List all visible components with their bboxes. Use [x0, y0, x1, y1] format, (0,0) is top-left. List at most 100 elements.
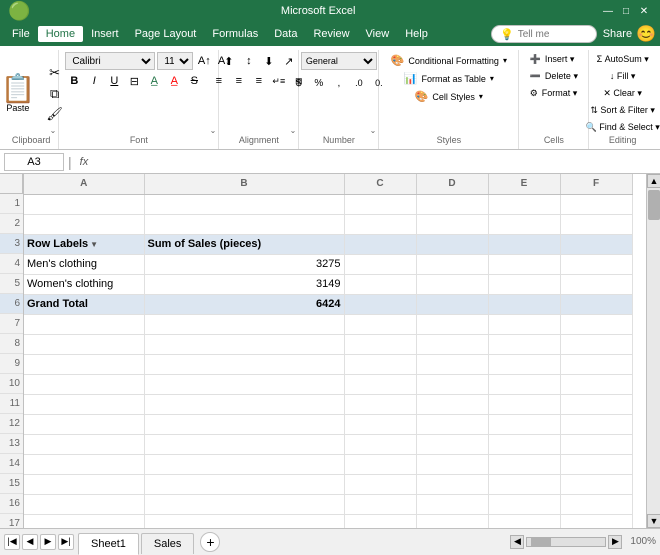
cell-D10[interactable]	[416, 374, 488, 394]
cell-A15[interactable]	[24, 474, 144, 494]
menu-review[interactable]: Review	[305, 26, 357, 42]
row-7[interactable]: 7	[0, 314, 23, 334]
tell-me-input[interactable]	[518, 29, 588, 40]
format-cells-button[interactable]: ⚙ Format ▾	[525, 86, 583, 101]
insert-cells-button[interactable]: ➕ Insert ▾	[525, 52, 583, 67]
menu-page-layout[interactable]: Page Layout	[127, 26, 205, 42]
underline-button[interactable]: U	[105, 72, 123, 90]
menu-formulas[interactable]: Formulas	[204, 26, 266, 42]
scroll-thumb-v[interactable]	[648, 190, 660, 220]
cell-C17[interactable]	[344, 514, 416, 528]
row-6[interactable]: 6	[0, 294, 23, 314]
row-12[interactable]: 12	[0, 414, 23, 434]
cell-A11[interactable]	[24, 394, 144, 414]
cell-C8[interactable]	[344, 334, 416, 354]
percent-button[interactable]: %	[310, 74, 328, 92]
cell-E15[interactable]	[488, 474, 560, 494]
cell-A3[interactable]: Row Labels ▼	[24, 234, 144, 254]
menu-view[interactable]: View	[358, 26, 398, 42]
row-10[interactable]: 10	[0, 374, 23, 394]
menu-help[interactable]: Help	[397, 26, 436, 42]
row-3[interactable]: 3	[0, 234, 23, 254]
cell-A8[interactable]	[24, 334, 144, 354]
scroll-track-h[interactable]	[526, 537, 606, 547]
tab-nav-prev[interactable]: ◀	[22, 534, 38, 550]
cell-C10[interactable]	[344, 374, 416, 394]
font-color-button[interactable]: A̲	[165, 72, 183, 90]
row-14[interactable]: 14	[0, 454, 23, 474]
cell-B17[interactable]	[144, 514, 344, 528]
cell-F7[interactable]	[560, 314, 632, 334]
strikethrough-button[interactable]: S	[185, 72, 203, 90]
cell-F15[interactable]	[560, 474, 632, 494]
tab-nav-first[interactable]: |◀	[4, 534, 20, 550]
cell-C5[interactable]	[344, 274, 416, 294]
cell-D6[interactable]	[416, 294, 488, 314]
cell-C7[interactable]	[344, 314, 416, 334]
cell-F9[interactable]	[560, 354, 632, 374]
cell-F4[interactable]	[560, 254, 632, 274]
format-as-table-button[interactable]: 📊 Format as Table ▾	[399, 70, 499, 87]
cell-B9[interactable]	[144, 354, 344, 374]
cell-E9[interactable]	[488, 354, 560, 374]
row-2[interactable]: 2	[0, 214, 23, 234]
paste-button[interactable]: 📋 Paste	[0, 72, 40, 116]
align-middle-button[interactable]: ↕	[240, 52, 258, 70]
minimize-button[interactable]: —	[600, 3, 616, 19]
cell-B2[interactable]	[144, 214, 344, 234]
scroll-up-button[interactable]: ▲	[647, 174, 660, 188]
cell-B3[interactable]: Sum of Sales (pieces)	[144, 234, 344, 254]
cell-E10[interactable]	[488, 374, 560, 394]
cell-D13[interactable]	[416, 434, 488, 454]
sheet-tab-sheet1[interactable]: Sheet1	[78, 533, 139, 555]
clipboard-expander[interactable]: ⌄	[50, 126, 57, 135]
row-labels-dropdown[interactable]: Row Labels ▼	[27, 238, 98, 250]
cell-C16[interactable]	[344, 494, 416, 514]
menu-home[interactable]: Home	[38, 26, 83, 42]
cell-B15[interactable]	[144, 474, 344, 494]
wrap-text-button[interactable]: ↵≡	[270, 72, 288, 90]
cell-D7[interactable]	[416, 314, 488, 334]
tab-nav-last[interactable]: ▶|	[58, 534, 74, 550]
cell-F12[interactable]	[560, 414, 632, 434]
col-header-E[interactable]: E	[488, 174, 560, 194]
align-right-button[interactable]: ≡	[250, 72, 268, 90]
cell-C15[interactable]	[344, 474, 416, 494]
scroll-thumb-h[interactable]	[531, 538, 551, 546]
cell-D2[interactable]	[416, 214, 488, 234]
align-bottom-button[interactable]: ⬇	[260, 52, 278, 70]
cell-D3[interactable]	[416, 234, 488, 254]
cell-D8[interactable]	[416, 334, 488, 354]
row-5[interactable]: 5	[0, 274, 23, 294]
row-15[interactable]: 15	[0, 474, 23, 494]
cell-F2[interactable]	[560, 214, 632, 234]
borders-button[interactable]: ⊟	[125, 72, 143, 90]
tab-nav-next[interactable]: ▶	[40, 534, 56, 550]
row-17[interactable]: 17	[0, 514, 23, 528]
cell-styles-button[interactable]: 🎨 Cell Styles ▾	[410, 88, 488, 105]
formula-input[interactable]	[96, 153, 656, 171]
cell-D1[interactable]	[416, 194, 488, 214]
sort-filter-button[interactable]: ⇅ Sort & Filter ▾	[585, 103, 660, 118]
cell-B16[interactable]	[144, 494, 344, 514]
cell-E12[interactable]	[488, 414, 560, 434]
cell-D16[interactable]	[416, 494, 488, 514]
cell-E14[interactable]	[488, 454, 560, 474]
col-header-F[interactable]: F	[560, 174, 632, 194]
cell-A17[interactable]	[24, 514, 144, 528]
row-13[interactable]: 13	[0, 434, 23, 454]
cell-D14[interactable]	[416, 454, 488, 474]
col-header-D[interactable]: D	[416, 174, 488, 194]
clear-button[interactable]: ✕ Clear ▾	[598, 86, 647, 101]
maximize-button[interactable]: □	[618, 3, 634, 19]
cell-E1[interactable]	[488, 194, 560, 214]
menu-data[interactable]: Data	[266, 26, 305, 42]
cell-F10[interactable]	[560, 374, 632, 394]
cell-D17[interactable]	[416, 514, 488, 528]
cell-F17[interactable]	[560, 514, 632, 528]
cell-C3[interactable]	[344, 234, 416, 254]
cell-F16[interactable]	[560, 494, 632, 514]
cell-E8[interactable]	[488, 334, 560, 354]
cell-F11[interactable]	[560, 394, 632, 414]
cell-C11[interactable]	[344, 394, 416, 414]
